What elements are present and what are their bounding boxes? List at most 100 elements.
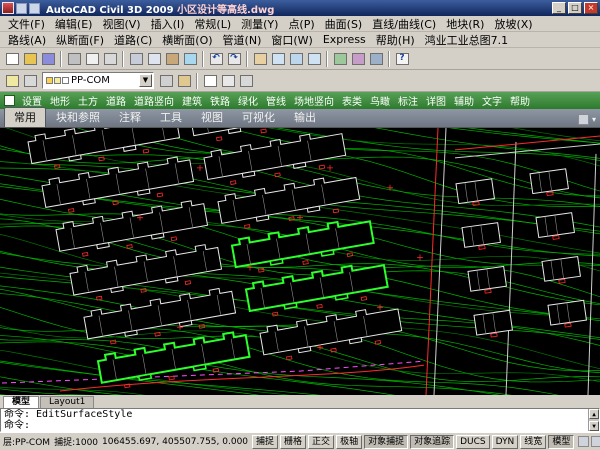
lineweight-control-icon[interactable]: [237, 72, 255, 90]
toggle-snap[interactable]: 捕捉: [252, 435, 278, 449]
hongye-pipeline[interactable]: 管线: [262, 93, 290, 108]
hongye-greening[interactable]: 绿化: [234, 93, 262, 108]
tab-layout1[interactable]: Layout1: [40, 396, 94, 408]
hongye-site-vertical[interactable]: 场地竖向: [290, 93, 338, 108]
menu-file[interactable]: 文件(F): [3, 16, 50, 32]
scroll-up-arrow[interactable]: ▲: [589, 409, 599, 419]
layer-states-icon[interactable]: [21, 72, 39, 90]
zoom-realtime-icon[interactable]: [269, 50, 287, 68]
tab-annotate[interactable]: 注释: [110, 108, 150, 127]
menu-general[interactable]: 常规(L): [189, 16, 236, 32]
drawing-canvas[interactable]: [0, 128, 600, 395]
hongye-birdview[interactable]: 鸟瞰: [366, 93, 394, 108]
hongye-building[interactable]: 建筑: [178, 93, 206, 108]
qnew-icon[interactable]: [3, 50, 21, 68]
hongye-details[interactable]: 详图: [422, 93, 450, 108]
tab-model[interactable]: 模型: [3, 396, 39, 408]
hongye-tables[interactable]: 表类: [338, 93, 366, 108]
hongye-settings[interactable]: 设置: [18, 93, 46, 108]
open-icon[interactable]: [21, 50, 39, 68]
help-icon[interactable]: ?: [393, 50, 411, 68]
copy-icon[interactable]: [145, 50, 163, 68]
hongye-logo-icon[interactable]: [4, 95, 15, 106]
layer-properties-icon[interactable]: [3, 72, 21, 90]
tab-home[interactable]: 常用: [4, 107, 46, 127]
restore-button[interactable]: □: [568, 2, 582, 14]
menu-hongye[interactable]: 鸿业工业总图7.1: [420, 32, 514, 48]
menu-survey[interactable]: 测量(Y): [236, 16, 283, 32]
menu-help[interactable]: 帮助(H): [371, 32, 420, 48]
zoom-previous-icon[interactable]: [305, 50, 323, 68]
undo-icon[interactable]: ↶: [207, 50, 225, 68]
hongye-earthwork[interactable]: 土方: [74, 93, 102, 108]
toggle-otrack[interactable]: 对象追踪: [410, 435, 454, 449]
plot-icon[interactable]: [65, 50, 83, 68]
hongye-railway[interactable]: 铁路: [206, 93, 234, 108]
hongye-road-vertical[interactable]: 道路竖向: [130, 93, 178, 108]
menu-alignments[interactable]: 路线(A): [3, 32, 51, 48]
pan-icon[interactable]: [251, 50, 269, 68]
menu-edit[interactable]: 编辑(E): [50, 16, 98, 32]
titlebar-icon-2[interactable]: [29, 3, 40, 14]
menu-pipes[interactable]: 管道(N): [218, 32, 267, 48]
menu-window[interactable]: 窗口(W): [266, 32, 317, 48]
publish-icon[interactable]: [101, 50, 119, 68]
titlebar-icon-1[interactable]: [16, 3, 27, 14]
annotation-visibility-icon[interactable]: [591, 436, 600, 447]
menu-view[interactable]: 视图(V): [97, 16, 145, 32]
hongye-text[interactable]: 文字: [478, 93, 506, 108]
menu-corridors[interactable]: 道路(C): [109, 32, 157, 48]
toggle-grid[interactable]: 栅格: [280, 435, 306, 449]
hongye-road[interactable]: 道路: [102, 93, 130, 108]
tab-output[interactable]: 输出: [285, 108, 325, 127]
toggle-model[interactable]: 模型: [548, 435, 574, 449]
scroll-down-arrow[interactable]: ▼: [589, 421, 599, 431]
app-icon[interactable]: [2, 2, 14, 14]
menu-surfaces[interactable]: 曲面(S): [320, 16, 368, 32]
match-properties-icon[interactable]: [181, 50, 199, 68]
designcenter-icon[interactable]: [349, 50, 367, 68]
toggle-ducs[interactable]: DUCS: [456, 435, 490, 449]
command-window[interactable]: 命令: EditSurfaceStyle 命令: ▲ ▼: [0, 408, 600, 432]
ribbon-overflow-icon[interactable]: [578, 114, 589, 125]
menu-points[interactable]: 点(P): [283, 16, 319, 32]
hongye-terrain[interactable]: 地形: [46, 93, 74, 108]
menu-insert[interactable]: 插入(I): [146, 16, 190, 32]
close-button[interactable]: ×: [584, 2, 598, 14]
drawing-area[interactable]: [0, 127, 600, 395]
layer-dropdown[interactable]: PP-COM ▼: [42, 72, 154, 89]
toggle-dyn[interactable]: DYN: [492, 435, 519, 449]
color-control-icon[interactable]: [201, 72, 219, 90]
properties-icon[interactable]: [331, 50, 349, 68]
tab-view[interactable]: 视图: [192, 108, 232, 127]
make-object-layer-current-icon[interactable]: [175, 72, 193, 90]
tab-tools[interactable]: 工具: [151, 108, 191, 127]
paste-icon[interactable]: [163, 50, 181, 68]
hongye-help[interactable]: 帮助: [506, 93, 534, 108]
menu-grading[interactable]: 放坡(X): [489, 16, 537, 32]
save-icon[interactable]: [39, 50, 57, 68]
redo-icon[interactable]: ↷: [225, 50, 243, 68]
toggle-osnap[interactable]: 对象捕捉: [364, 435, 408, 449]
command-scrollbar[interactable]: ▲ ▼: [588, 409, 599, 431]
tab-blocks-references[interactable]: 块和参照: [47, 108, 109, 127]
layer-previous-icon[interactable]: [157, 72, 175, 90]
plot-preview-icon[interactable]: [83, 50, 101, 68]
tool-palettes-icon[interactable]: [367, 50, 385, 68]
menu-sections[interactable]: 横断面(O): [157, 32, 217, 48]
menu-express[interactable]: Express: [318, 33, 371, 46]
toggle-lwt[interactable]: 线宽: [520, 435, 546, 449]
ribbon-minimize-arrow[interactable]: ▾: [592, 115, 596, 124]
toggle-ortho[interactable]: 正交: [308, 435, 334, 449]
minimize-button[interactable]: _: [552, 2, 566, 14]
menu-parcels[interactable]: 地块(R): [441, 16, 489, 32]
menu-profiles[interactable]: 纵断面(F): [51, 32, 109, 48]
toggle-polar[interactable]: 极轴: [336, 435, 362, 449]
menu-lines-curves[interactable]: 直线/曲线(C): [367, 16, 441, 32]
layer-dropdown-arrow[interactable]: ▼: [139, 74, 152, 87]
annotation-scale-icon[interactable]: [578, 436, 589, 447]
cut-icon[interactable]: [127, 50, 145, 68]
hongye-auxiliary[interactable]: 辅助: [450, 93, 478, 108]
tab-visualize[interactable]: 可视化: [233, 108, 284, 127]
linetype-control-icon[interactable]: [219, 72, 237, 90]
